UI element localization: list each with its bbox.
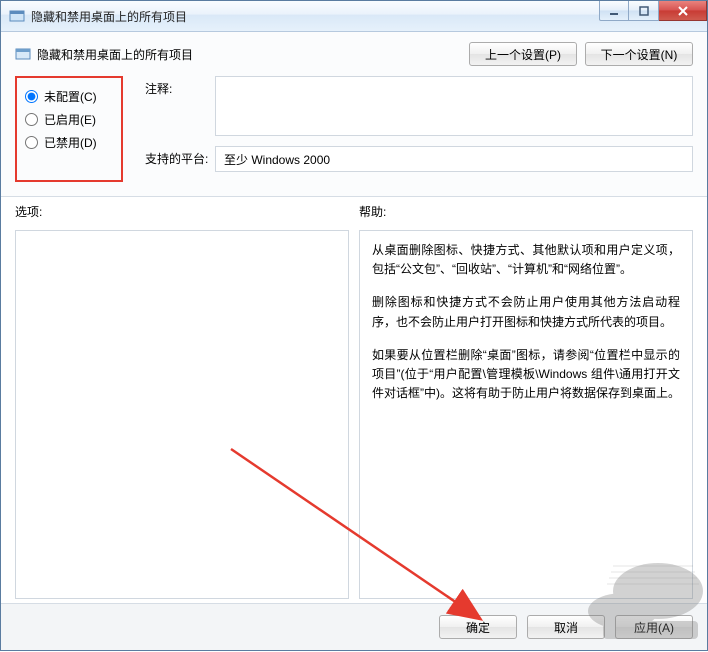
prev-setting-label: 上一个设置(P) (485, 46, 561, 63)
radio-not-configured-input[interactable] (25, 90, 38, 103)
platform-value-box: 至少 Windows 2000 (215, 146, 693, 172)
help-label: 帮助: (359, 203, 693, 220)
radio-not-configured-label: 未配置(C) (44, 88, 97, 105)
notes-label: 注释: (145, 76, 215, 97)
panels-row: 从桌面删除图标、快捷方式、其他默认项和用户定义项，包括“公文包”、“回收站”、“… (15, 230, 693, 599)
platform-label: 支持的平台: (145, 146, 215, 167)
ok-button[interactable]: 确定 (439, 615, 517, 639)
radio-not-configured[interactable]: 未配置(C) (25, 88, 115, 105)
right-fields: 注释: 支持的平台: 至少 Windows 2000 (145, 76, 693, 182)
titlebar: 隐藏和禁用桌面上的所有项目 (1, 1, 707, 32)
footer: 确定 取消 应用(A) (1, 603, 707, 650)
notes-row: 注释: (145, 76, 693, 136)
help-para: 如果要从位置栏删除“桌面”图标，请参阅“位置栏中显示的项目”(位于“用户配置\管… (372, 346, 680, 404)
top-panel: 隐藏和禁用桌面上的所有项目 上一个设置(P) 下一个设置(N) 未配置(C) 已… (1, 32, 707, 197)
radio-disabled[interactable]: 已禁用(D) (25, 134, 115, 151)
mid-section: 选项: 帮助: 从桌面删除图标、快捷方式、其他默认项和用户定义项，包括“公文包”… (1, 197, 707, 603)
minimize-button[interactable] (599, 1, 629, 21)
next-setting-button[interactable]: 下一个设置(N) (585, 42, 693, 66)
policy-title: 隐藏和禁用桌面上的所有项目 (37, 46, 469, 63)
platform-row: 支持的平台: 至少 Windows 2000 (145, 146, 693, 172)
window-title: 隐藏和禁用桌面上的所有项目 (31, 8, 187, 25)
config-body: 未配置(C) 已启用(E) 已禁用(D) 注释: 支持的平台: (15, 76, 693, 182)
policy-editor-window: 隐藏和禁用桌面上的所有项目 隐藏和禁用桌面上的所有项目 (0, 0, 708, 651)
next-setting-label: 下一个设置(N) (601, 46, 678, 63)
options-panel (15, 230, 349, 599)
apply-button[interactable]: 应用(A) (615, 615, 693, 639)
policy-icon (15, 46, 31, 62)
radio-disabled-label: 已禁用(D) (44, 134, 97, 151)
prev-setting-button[interactable]: 上一个设置(P) (469, 42, 577, 66)
notes-input[interactable] (215, 76, 693, 136)
radio-enabled-input[interactable] (25, 113, 38, 126)
maximize-button[interactable] (629, 1, 659, 21)
nav-buttons: 上一个设置(P) 下一个设置(N) (469, 42, 693, 66)
help-para: 从桌面删除图标、快捷方式、其他默认项和用户定义项，包括“公文包”、“回收站”、“… (372, 241, 680, 279)
header-row: 隐藏和禁用桌面上的所有项目 上一个设置(P) 下一个设置(N) (15, 42, 693, 66)
radio-disabled-input[interactable] (25, 136, 38, 149)
mid-labels: 选项: 帮助: (15, 203, 693, 220)
state-radio-group: 未配置(C) 已启用(E) 已禁用(D) (15, 76, 123, 182)
radio-enabled-label: 已启用(E) (44, 111, 96, 128)
app-icon (9, 8, 25, 24)
options-label: 选项: (15, 203, 349, 220)
cancel-button[interactable]: 取消 (527, 615, 605, 639)
close-button[interactable] (659, 1, 707, 21)
radio-enabled[interactable]: 已启用(E) (25, 111, 115, 128)
help-panel[interactable]: 从桌面删除图标、快捷方式、其他默认项和用户定义项，包括“公文包”、“回收站”、“… (359, 230, 693, 599)
platform-value: 至少 Windows 2000 (224, 151, 330, 168)
window-controls (599, 1, 707, 21)
help-para: 删除图标和快捷方式不会防止用户使用其他方法启动程序，也不会防止用户打开图标和快捷… (372, 293, 680, 331)
